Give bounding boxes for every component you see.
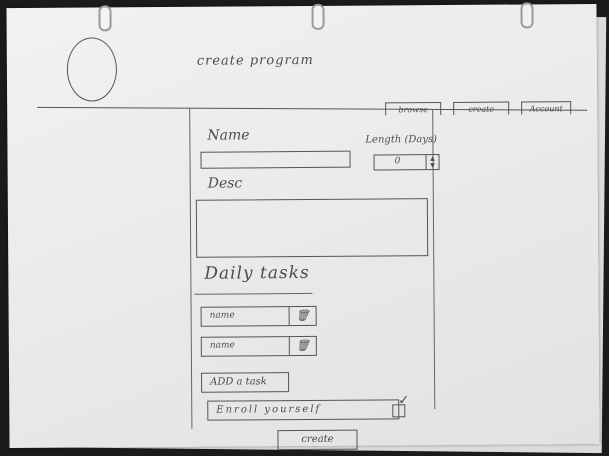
- trash-icon[interactable]: 🗑: [288, 336, 316, 356]
- task-name: name: [209, 340, 235, 351]
- desc-label: Desc: [207, 175, 243, 192]
- task-name: name: [209, 310, 235, 321]
- length-label: Length (Days): [365, 134, 438, 146]
- task-item[interactable]: name 🗑: [200, 335, 317, 357]
- content-left-border: [189, 108, 193, 429]
- photo-stage: create program browse create Account Nam…: [0, 0, 609, 456]
- name-label: Name: [207, 127, 250, 144]
- add-task-button[interactable]: ADD a task: [201, 372, 290, 393]
- stepper-arrows-icon[interactable]: ▲ ▼: [425, 155, 439, 170]
- desc-textarea[interactable]: [195, 198, 429, 258]
- checkmark-icon: ✓: [398, 393, 410, 409]
- binder-ring: [311, 3, 325, 30]
- trash-icon[interactable]: 🗑: [288, 306, 316, 326]
- binder-ring: [98, 5, 112, 32]
- binder-ring: [520, 2, 534, 29]
- length-value: 0: [394, 156, 401, 167]
- length-stepper[interactable]: 0 ▲ ▼: [373, 154, 440, 171]
- nav-tab-create[interactable]: create: [453, 101, 510, 115]
- sketch-paper: create program browse create Account Nam…: [6, 2, 600, 451]
- logo-circle: [66, 37, 118, 102]
- daily-tasks-heading: Daily tasks: [204, 262, 310, 284]
- heading-underline: [194, 292, 313, 295]
- name-input[interactable]: [200, 150, 351, 169]
- nav-tab-account[interactable]: Account: [521, 101, 572, 115]
- create-button[interactable]: create: [277, 429, 358, 451]
- task-item[interactable]: name 🗑: [200, 305, 317, 327]
- enroll-yourself-button[interactable]: Enroll yourself: [207, 399, 400, 421]
- page-title: create program: [196, 52, 314, 69]
